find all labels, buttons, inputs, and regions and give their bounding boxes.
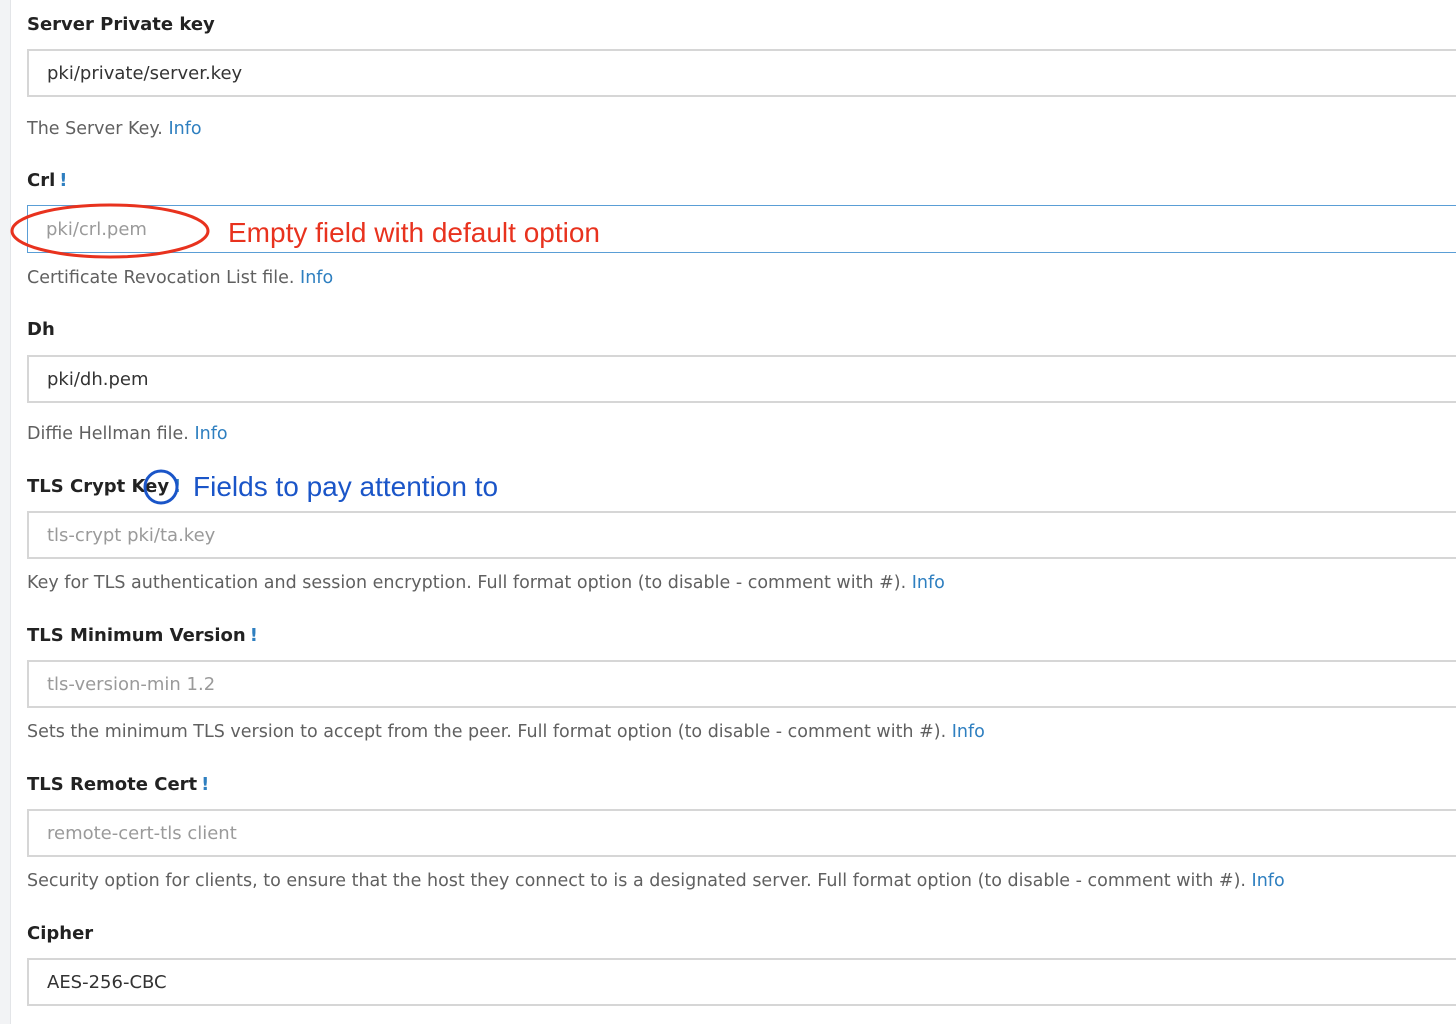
dh-label-text: Dh: [27, 319, 55, 340]
attention-fields-annotation: Fields to pay attention to: [193, 471, 499, 502]
tls-crypt-key-help-text: Key for TLS authentication and session e…: [27, 573, 907, 593]
cipher-label: Cipher: [27, 923, 93, 945]
tls-minimum-version-input[interactable]: [27, 660, 1456, 708]
server-private-key-label: Server Private key: [27, 14, 215, 36]
tls-remote-cert-info-link[interactable]: Info: [1252, 871, 1285, 891]
crl-label: Crl!: [27, 170, 67, 192]
dh-help: Diffie Hellman file. Info: [27, 423, 228, 445]
cipher-label-text: Cipher: [27, 923, 94, 944]
tls-remote-cert-attention-icon: !: [201, 774, 210, 795]
tls-minimum-version-help: Sets the minimum TLS version to accept f…: [27, 721, 985, 743]
server-private-key-info-link[interactable]: Info: [168, 119, 201, 139]
tls-crypt-key-label: TLS Crypt Key!: [27, 476, 181, 498]
crl-help-text: Certificate Revocation List file.: [27, 268, 295, 288]
dh-info-link[interactable]: Info: [194, 424, 227, 444]
left-sidebar-edge: [0, 0, 11, 1024]
crl-label-text: Crl: [27, 170, 56, 191]
tls-crypt-key-input[interactable]: [27, 511, 1456, 559]
tls-minimum-version-label: TLS Minimum Version!: [27, 625, 258, 647]
dh-input[interactable]: [27, 355, 1456, 403]
tls-remote-cert-label-text: TLS Remote Cert: [27, 774, 198, 795]
tls-crypt-key-attention-icon: !: [173, 476, 182, 497]
server-private-key-help-text: The Server Key.: [27, 119, 163, 139]
tls-remote-cert-help: Security option for clients, to ensure t…: [27, 870, 1285, 892]
dh-label: Dh: [27, 319, 55, 341]
tls-remote-cert-input[interactable]: [27, 809, 1456, 857]
server-private-key-help: The Server Key. Info: [27, 118, 202, 140]
tls-crypt-key-info-link[interactable]: Info: [912, 573, 945, 593]
empty-field-annotation: Empty field with default option: [228, 217, 600, 248]
tls-minimum-version-label-text: TLS Minimum Version: [27, 625, 246, 646]
dh-help-text: Diffie Hellman file.: [27, 424, 189, 444]
crl-info-link[interactable]: Info: [300, 268, 333, 288]
crl-help: Certificate Revocation List file. Info: [27, 267, 333, 289]
server-private-key-label-text: Server Private key: [27, 14, 215, 35]
server-private-key-input[interactable]: [27, 49, 1456, 97]
tls-remote-cert-help-text: Security option for clients, to ensure t…: [27, 871, 1246, 891]
tls-minimum-version-info-link[interactable]: Info: [952, 722, 985, 742]
crl-attention-icon: !: [59, 170, 68, 191]
tls-crypt-key-help: Key for TLS authentication and session e…: [27, 572, 945, 594]
cipher-input[interactable]: [27, 958, 1456, 1006]
tls-remote-cert-label: TLS Remote Cert!: [27, 774, 209, 796]
settings-form-page: Server Private key The Server Key. Info …: [0, 0, 1456, 1024]
tls-minimum-version-help-text: Sets the minimum TLS version to accept f…: [27, 722, 947, 742]
tls-crypt-key-label-text: TLS Crypt Key: [27, 476, 170, 497]
tls-minimum-version-attention-icon: !: [249, 625, 258, 646]
